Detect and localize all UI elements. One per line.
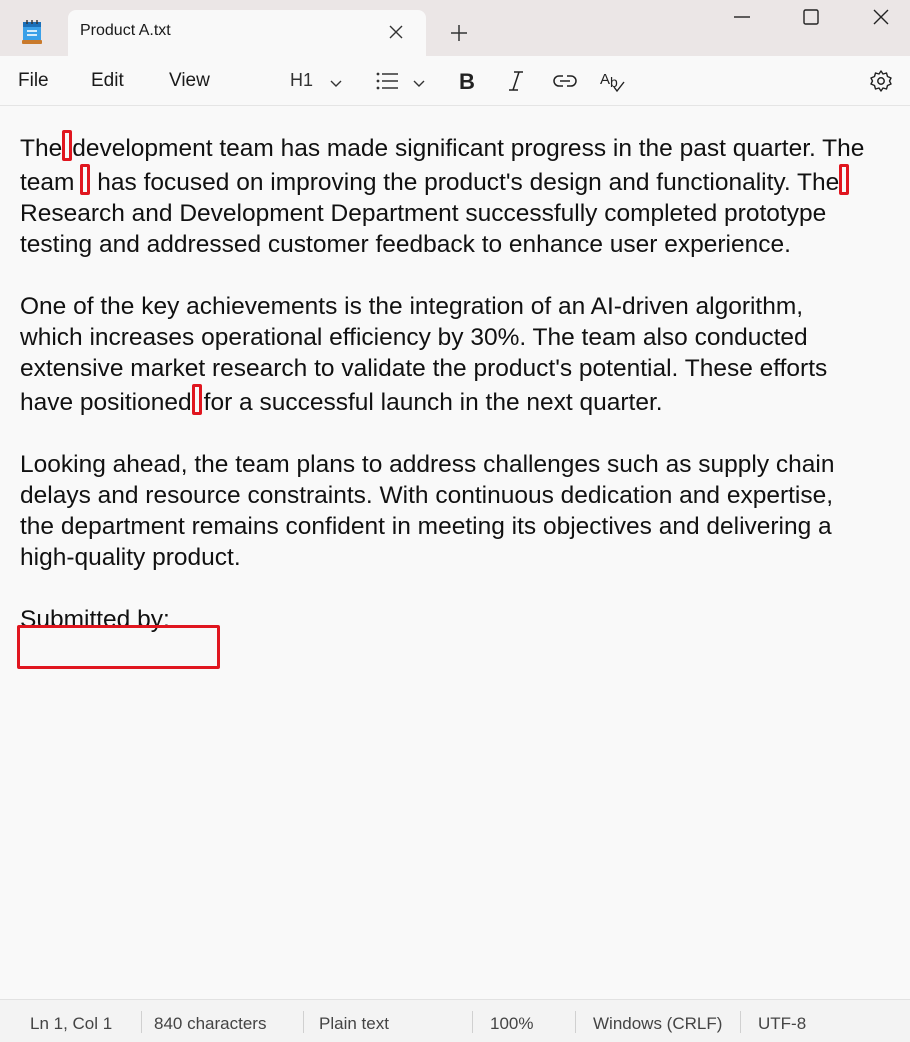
heading-label: H1 [290, 70, 314, 90]
text-line: delays and resource constraints. With co… [20, 482, 834, 509]
maximize-icon[interactable] [802, 8, 820, 26]
line-ending[interactable]: Windows (CRLF) [593, 1014, 722, 1034]
document-body: The development team has made significant… [20, 130, 910, 666]
italic-icon[interactable] [505, 69, 527, 93]
chevron-down-icon [413, 74, 425, 93]
encoding[interactable]: UTF-8 [758, 1014, 806, 1034]
tab-title: Product A.txt [80, 22, 171, 39]
text-line: testing and addressed customer feedback … [20, 231, 791, 258]
text-line: high-quality product. [20, 544, 241, 571]
divider [472, 1011, 473, 1033]
spellcheck-icon[interactable]: A b [600, 69, 626, 93]
highlight-marker [191, 384, 202, 415]
heading-dropdown[interactable]: H1 [290, 69, 346, 93]
text-run: for a successful launch in the next quar… [203, 389, 663, 416]
paragraph-1: The development team has made significant… [20, 130, 910, 260]
text-line: One of the key achievements is the integ… [20, 293, 804, 320]
menu-edit[interactable]: Edit [91, 70, 124, 92]
window-close-icon[interactable] [872, 8, 890, 26]
status-bar: Ln 1, Col 1 840 characters Plain text 10… [0, 999, 910, 1042]
gear-icon[interactable] [869, 69, 893, 93]
menu-file[interactable]: File [18, 70, 49, 92]
menu-bar: File Edit View H1 B A b [0, 56, 910, 106]
text-run: development team has made significant pr… [72, 135, 865, 162]
list-dropdown[interactable] [376, 69, 428, 93]
divider [141, 1011, 142, 1033]
text-editor[interactable]: The development team has made significant… [0, 106, 910, 999]
plus-icon[interactable] [450, 24, 468, 42]
text-line: the department remains confident in meet… [20, 513, 832, 540]
tab-product-a[interactable]: Product A.txt [68, 10, 426, 56]
divider [575, 1011, 576, 1033]
close-icon[interactable] [388, 24, 404, 40]
minimize-icon[interactable] [733, 8, 751, 26]
text-line: Looking ahead, the team plans to address… [20, 451, 835, 478]
highlight-marker [62, 130, 73, 161]
text-run: team [20, 169, 75, 196]
text-run: The [20, 135, 63, 162]
highlight-marker [80, 164, 91, 195]
text-format[interactable]: Plain text [319, 1014, 389, 1034]
text-line: extensive market research to validate th… [20, 355, 828, 382]
svg-text:B: B [459, 69, 475, 93]
divider [303, 1011, 304, 1033]
chevron-down-icon [330, 74, 342, 87]
divider [740, 1011, 741, 1033]
character-count: 840 characters [154, 1014, 267, 1033]
highlight-marker [839, 164, 850, 195]
link-icon[interactable] [552, 69, 578, 93]
text-line: which increases operational efficiency b… [20, 324, 808, 351]
svg-text:A: A [600, 71, 610, 88]
text-line: Research and Development Department succ… [20, 200, 827, 227]
text-run: has focused on improving the product's d… [90, 169, 840, 196]
title-bar: Product A.txt [0, 0, 910, 56]
paragraph-2: One of the key achievements is the integ… [20, 291, 910, 418]
notepad-icon [20, 18, 44, 46]
text-run: have positioned [20, 389, 192, 416]
signature-box[interactable] [17, 625, 220, 669]
bold-icon[interactable]: B [456, 69, 478, 94]
cursor-position: Ln 1, Col 1 [30, 1014, 113, 1033]
menu-view[interactable]: View [169, 70, 210, 92]
list-icon [376, 71, 400, 95]
zoom-level[interactable]: 100% [490, 1014, 533, 1034]
paragraph-3: Looking ahead, the team plans to address… [20, 449, 910, 573]
